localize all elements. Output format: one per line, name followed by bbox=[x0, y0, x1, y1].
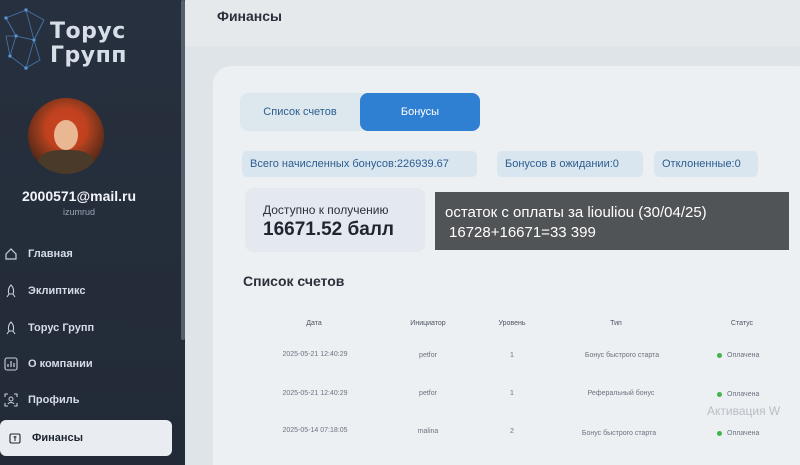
chart-icon bbox=[2, 355, 20, 373]
sidebar-item-label: Главная bbox=[28, 248, 73, 260]
status-dot-icon bbox=[717, 392, 722, 397]
column-header-date: Дата bbox=[306, 320, 322, 327]
brand-name-line1: Торус bbox=[50, 19, 126, 44]
cell-initiator: petfor bbox=[419, 390, 437, 397]
tab-bar: Список счетов Бонусы bbox=[240, 93, 480, 131]
sidebar-item-ecliptix[interactable]: Эклиптикс bbox=[0, 275, 172, 307]
available-label: Доступно к получению bbox=[263, 203, 389, 217]
cell-level: 1 bbox=[510, 352, 514, 359]
cell-initiator: petfor bbox=[419, 352, 437, 359]
tab-bonuses[interactable]: Бонусы bbox=[360, 93, 480, 131]
cell-type: Бонус быстрого старта bbox=[584, 352, 660, 359]
status-text: Оплачена bbox=[727, 352, 760, 359]
sidebar-item-label: Торус Групп bbox=[28, 322, 95, 334]
tab-accounts-list[interactable]: Список счетов bbox=[240, 93, 360, 131]
sidebar-item-finance[interactable]: Финансы bbox=[0, 420, 172, 456]
cell-type: Бонус быстрого старта bbox=[581, 430, 657, 437]
status-text: Оплачена bbox=[727, 391, 760, 398]
activation-watermark: Активация W bbox=[707, 404, 781, 418]
user-icon bbox=[2, 391, 20, 409]
column-header-level: Уровень bbox=[498, 320, 526, 327]
avatar[interactable] bbox=[28, 98, 104, 174]
status-dot-icon bbox=[717, 353, 722, 358]
sidebar-item-label: Профиль bbox=[28, 394, 80, 406]
status-text: Оплачена bbox=[727, 430, 760, 437]
cell-date: 2025-05-21 12:40:29 bbox=[282, 351, 348, 358]
sidebar-item-home[interactable]: Главная bbox=[0, 238, 172, 270]
status-badge: Оплачена bbox=[717, 352, 759, 359]
torus-logo-icon bbox=[4, 8, 45, 70]
top-bar: Финансы bbox=[185, 0, 800, 46]
pending-bonuses-badge: Бонусов в ожидании:0 bbox=[497, 151, 643, 177]
cell-level: 2 bbox=[510, 428, 514, 435]
sidebar: Торус Групп 2000571@mail.ru izumrud Глав… bbox=[0, 0, 185, 465]
column-header-type: Тип bbox=[610, 320, 622, 327]
rocket-icon bbox=[2, 282, 20, 300]
home-icon bbox=[2, 245, 20, 263]
brand-name-line2: Групп bbox=[50, 43, 128, 68]
rejected-bonuses-badge: Отклоненные:0 bbox=[654, 151, 758, 177]
column-header-status: Статус bbox=[730, 320, 754, 327]
section-title: Список счетов bbox=[243, 273, 345, 289]
cell-date: 2025-05-21 12:40:29 bbox=[282, 390, 348, 397]
page-title: Финансы bbox=[217, 8, 282, 24]
cell-level: 1 bbox=[510, 390, 514, 397]
cell-initiator: malina bbox=[417, 428, 439, 435]
sidebar-item-label: О компании bbox=[28, 358, 93, 370]
brand-logo[interactable]: Торус Групп bbox=[4, 6, 154, 76]
status-badge: Оплачена bbox=[717, 430, 759, 437]
sidebar-item-torus-group[interactable]: Торус Групп bbox=[0, 312, 172, 344]
sidebar-item-about[interactable]: О компании bbox=[0, 348, 172, 380]
status-dot-icon bbox=[717, 431, 722, 436]
status-badge: Оплачена bbox=[717, 391, 759, 398]
note-line1: остаток с оплаты за liouliou (30/04/25) bbox=[445, 204, 707, 221]
sidebar-item-label: Финансы bbox=[32, 432, 84, 444]
wallet-icon bbox=[6, 429, 24, 447]
sidebar-item-label: Эклиптикс bbox=[28, 285, 86, 297]
note-line2: 16728+16671=33 399 bbox=[449, 224, 596, 241]
user-nickname: izumrud bbox=[62, 207, 95, 217]
available-balance-card: Доступно к получению 16671.52 балл bbox=[245, 188, 425, 252]
column-header-initiator: Инициатор bbox=[410, 320, 446, 327]
annotation-note: остаток с оплаты за liouliou (30/04/25) … bbox=[435, 192, 789, 250]
total-bonuses-badge: Всего начисленных бонусов:226939.67 bbox=[242, 151, 477, 177]
rocket-icon bbox=[2, 319, 20, 337]
user-email: 2000571@mail.ru bbox=[21, 188, 137, 204]
cell-type: Реферальный бонус bbox=[587, 390, 655, 397]
cell-date: 2025-05-14 07:18:05 bbox=[282, 427, 348, 434]
brand-name: Торус Групп bbox=[50, 20, 127, 68]
available-value: 16671.52 балл bbox=[263, 219, 394, 240]
sidebar-item-profile[interactable]: Профиль bbox=[0, 384, 172, 416]
